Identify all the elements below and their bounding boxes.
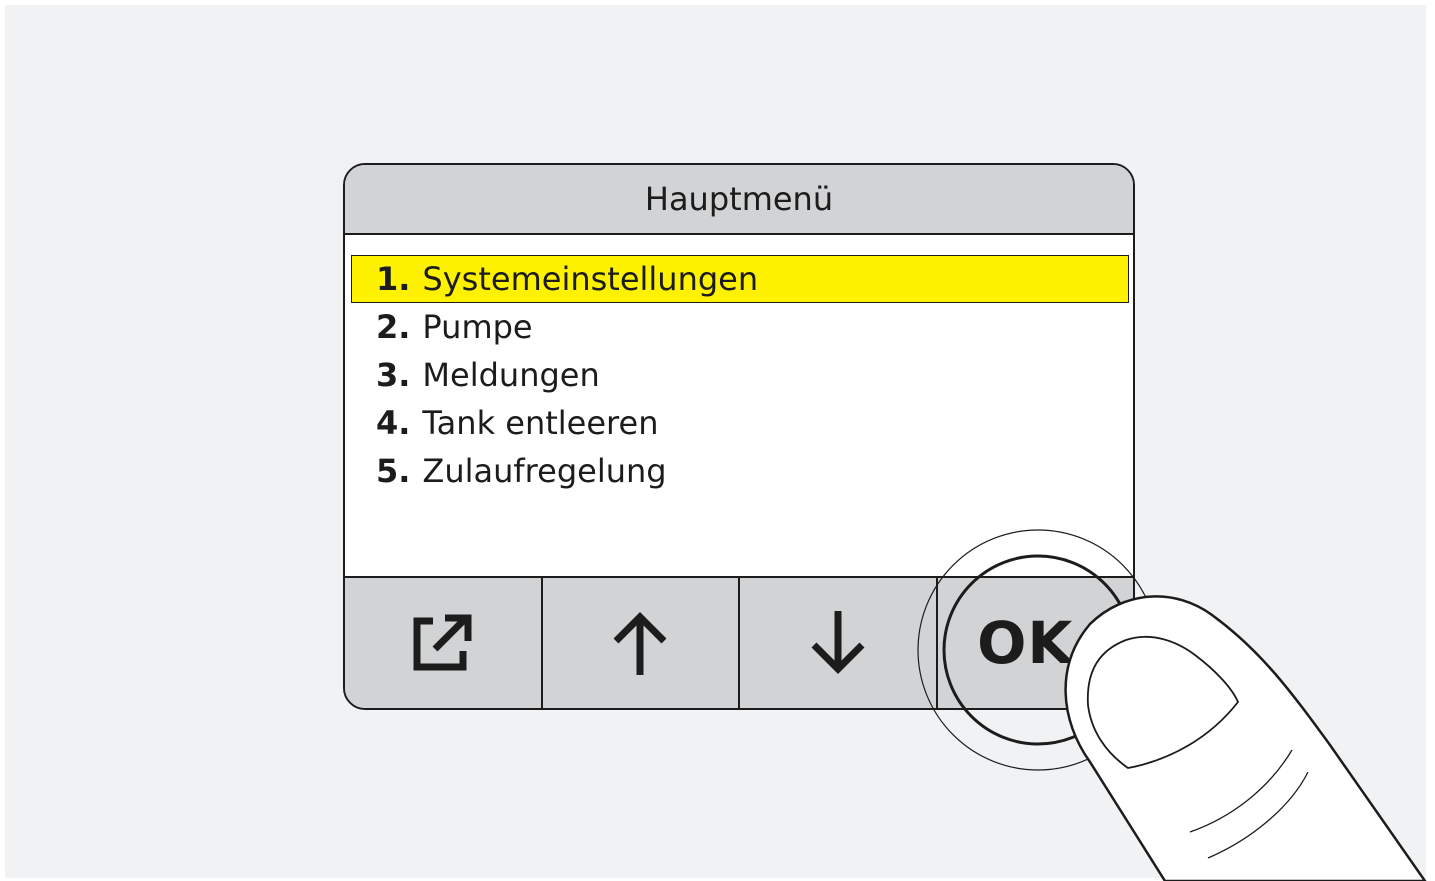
menu-item-messages[interactable]: 3. Meldungen: [351, 351, 1129, 399]
screen-header: Hauptmenü: [345, 165, 1133, 235]
ok-label: OK: [977, 609, 1074, 677]
menu-item-number: 4.: [376, 404, 411, 442]
display-panel: Hauptmenü 1. Systemeinstellungen 2. Pump…: [343, 163, 1135, 710]
scroll-up-button[interactable]: [540, 578, 739, 708]
menu-item-label: Zulaufregelung: [422, 452, 667, 490]
menu-item-empty-tank[interactable]: 4. Tank entleeren: [351, 399, 1129, 447]
ok-button[interactable]: OK: [935, 578, 1134, 708]
menu-item-system-settings[interactable]: 1. Systemeinstellungen: [351, 255, 1129, 303]
scroll-down-button[interactable]: [738, 578, 936, 708]
menu-item-label: Meldungen: [422, 356, 600, 394]
softkey-bar: OK: [345, 576, 1133, 708]
exit-icon: [413, 614, 472, 671]
menu-item-label: Pumpe: [422, 308, 533, 346]
arrow-up-icon: [613, 612, 667, 675]
menu-item-label: Tank entleeren: [422, 404, 659, 442]
menu-item-number: 3.: [376, 356, 411, 394]
menu-item-label: Systemeinstellungen: [422, 260, 759, 298]
menu-item-inflow-control[interactable]: 5. Zulaufregelung: [351, 447, 1129, 495]
menu-item-number: 2.: [376, 308, 411, 346]
screen-title: Hauptmenü: [644, 180, 834, 218]
menu-item-number: 1.: [376, 260, 411, 298]
exit-button[interactable]: [345, 578, 541, 708]
menu-item-pump[interactable]: 2. Pumpe: [351, 303, 1129, 351]
menu-item-number: 5.: [376, 452, 411, 490]
arrow-down-icon: [811, 611, 865, 674]
